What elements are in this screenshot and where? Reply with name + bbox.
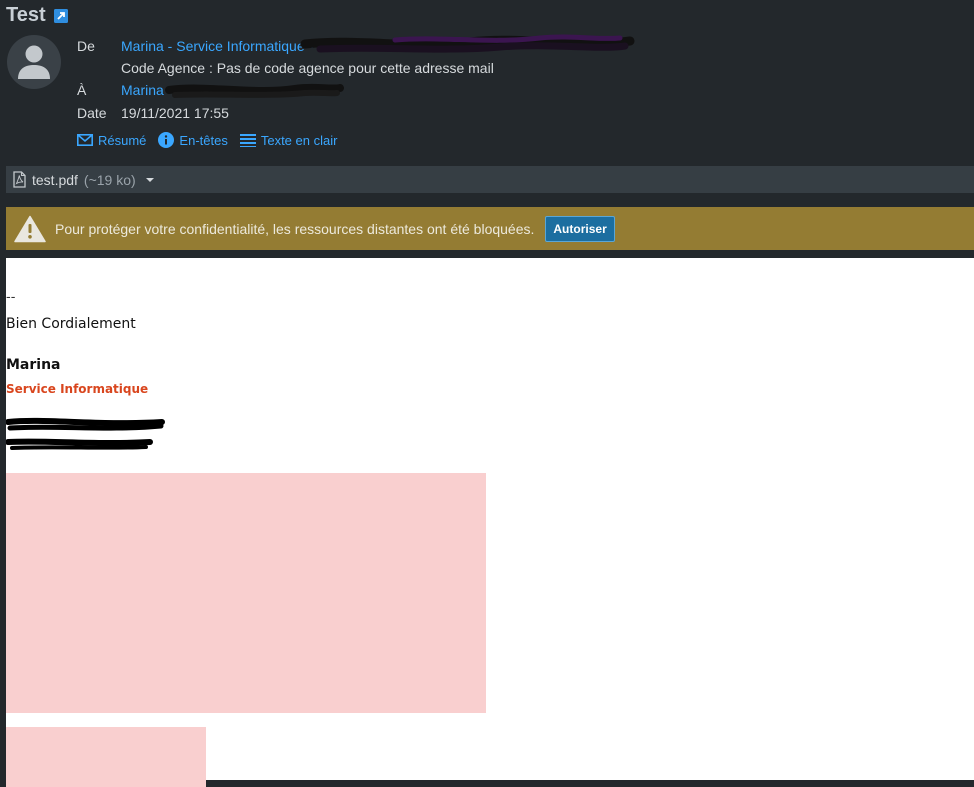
attachment-bar: test.pdf (~19 ko) [6,166,974,193]
attachment-name: test.pdf [32,171,78,188]
user-icon [18,45,50,79]
allow-remote-button[interactable]: Autoriser [545,215,615,242]
sender-avatar [7,35,61,89]
info-icon [158,132,175,148]
message-subject: Test [6,4,68,27]
blocked-image-placeholder [6,727,206,787]
blocked-image-placeholder [6,473,486,713]
to-recipient-link[interactable]: Marina [121,82,164,98]
subject-text: Test [6,4,46,26]
redaction-scribble [165,83,344,98]
signature-separator: -- [6,290,16,305]
from-label: De [77,38,95,54]
warning-icon [14,215,46,242]
envelope-icon [77,134,93,146]
message-body: -- Bien Cordialement Marina Service Info… [6,258,974,787]
header-actions: Résumé En-têtes Texte en clair [77,132,337,148]
attachment-size: (~19 ko) [83,171,136,188]
plain-text-toggle[interactable]: Texte en clair [239,132,338,148]
attachment-item[interactable]: test.pdf (~19 ko) [13,171,155,188]
from-sender-link[interactable]: Marina - Service Informatique - [121,38,313,54]
date-value: 19/11/2021 17:55 [121,105,229,121]
headers-toggle[interactable]: En-têtes [158,132,228,148]
warning-message: Pour protéger votre confidentialité, les… [55,220,535,237]
headers-label: En-têtes [179,132,228,148]
agency-code-line: Code Agence : Pas de code agence pour ce… [121,60,494,76]
to-label: À [77,82,87,98]
summary-label: Résumé [98,132,147,148]
chevron-down-icon[interactable] [145,177,155,183]
open-external-icon[interactable] [53,8,68,23]
date-label: Date [77,105,107,121]
signature-greeting: Bien Cordialement [6,316,136,332]
redaction-scribble [6,417,165,450]
signature-department: Service Informatique [6,382,149,396]
plain-text-label: Texte en clair [260,132,338,148]
redaction-scribble [300,34,635,53]
summary-toggle[interactable]: Résumé [77,132,146,148]
lines-icon [239,134,256,147]
signature-name: Marina [6,357,61,373]
pdf-file-icon [13,171,26,188]
remote-content-warning: Pour protéger votre confidentialité, les… [6,207,974,250]
